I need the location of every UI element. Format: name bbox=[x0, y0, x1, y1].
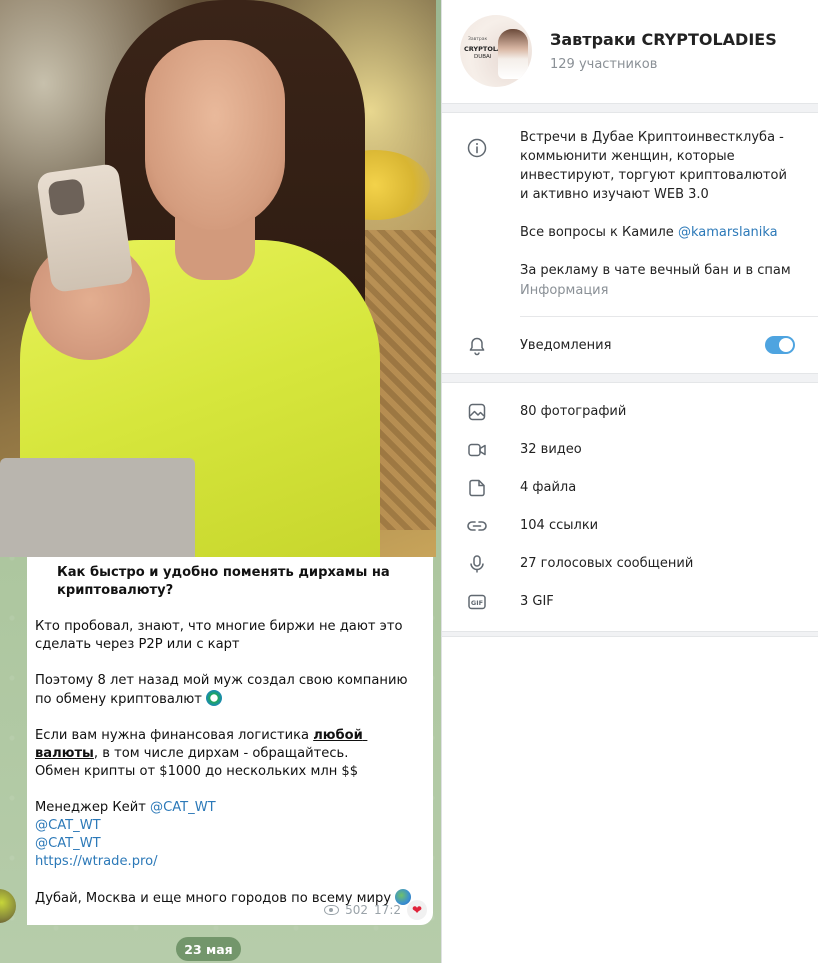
media-label-videos: 32 видео bbox=[520, 442, 582, 457]
message-text: Как быстро и удобно поменять дирхамы на … bbox=[35, 564, 427, 908]
media-row-files[interactable]: 4 файла bbox=[442, 469, 818, 507]
message-photo[interactable] bbox=[0, 0, 436, 557]
message-p3-post: , в том числе дирхам - обращайтесь. bbox=[93, 746, 349, 761]
photo-phone-lens bbox=[47, 178, 86, 217]
views-count: 502 bbox=[345, 903, 369, 917]
message-p3-line2: Обмен крипты от $1000 до нескольких млн … bbox=[35, 764, 359, 779]
mic-icon bbox=[466, 553, 488, 575]
about-caption: Информация bbox=[520, 283, 609, 298]
recycle-emoji-icon bbox=[206, 690, 223, 706]
media-row-voice[interactable]: 27 голосовых сообщений bbox=[442, 545, 818, 583]
group-members-count[interactable]: 129 участников bbox=[550, 57, 657, 72]
media-row-photos[interactable]: 80 фотографий bbox=[442, 393, 818, 431]
avatar-text-3: DUBAI bbox=[474, 54, 492, 60]
about-line-3: За рекламу в чате вечный бан и в спам bbox=[520, 263, 791, 278]
media-row-gif[interactable]: GIF 3 GIF bbox=[442, 583, 818, 621]
contact-link-2[interactable]: @CAT_WT bbox=[35, 817, 427, 835]
avatar-text-1: Завтрак bbox=[468, 37, 488, 42]
message-p2: Поэтому 8 лет назад мой муж создал свою … bbox=[35, 673, 412, 707]
group-title: Завтраки CRYPTOLADIES bbox=[550, 30, 777, 49]
about-line-2: Все вопросы к Камиле bbox=[520, 225, 678, 240]
link-icon bbox=[466, 515, 488, 537]
message-bubble[interactable]: Как быстро и удобно поменять дирхамы на … bbox=[27, 557, 433, 925]
about-line-1: Встречи в Дубае Криптоинвестклуба - комм… bbox=[520, 130, 792, 202]
photo-laptop bbox=[0, 458, 195, 557]
media-label-photos: 80 фотографий bbox=[520, 404, 627, 419]
divider bbox=[520, 316, 818, 317]
media-label-files: 4 файла bbox=[520, 480, 577, 495]
section-separator bbox=[442, 103, 818, 113]
video-icon bbox=[466, 439, 488, 461]
info-icon bbox=[466, 137, 488, 159]
notifications-toggle[interactable] bbox=[765, 336, 795, 354]
section-separator bbox=[442, 631, 818, 637]
website-link[interactable]: https://wtrade.pro/ bbox=[35, 853, 427, 871]
photo-face bbox=[145, 40, 285, 230]
kamila-link[interactable]: @kamarslanika bbox=[678, 225, 778, 240]
manager-link[interactable]: @CAT_WT bbox=[150, 800, 216, 815]
notifications-label: Уведомления bbox=[520, 338, 612, 353]
manager-label: Менеджер Кейт bbox=[35, 800, 150, 815]
bell-icon bbox=[466, 335, 488, 357]
message-meta: 502 17:2 ❤ bbox=[324, 900, 427, 920]
contact-link-3[interactable]: @CAT_WT bbox=[35, 835, 427, 853]
media-row-links[interactable]: 104 ссылки bbox=[442, 507, 818, 545]
message-p3-pre: Если вам нужна финансовая логистика bbox=[35, 728, 314, 743]
media-row-videos[interactable]: 32 видео bbox=[442, 431, 818, 469]
heart-reaction-icon[interactable]: ❤ bbox=[407, 900, 427, 920]
photo-phone bbox=[36, 162, 134, 294]
avatar-figure bbox=[498, 29, 528, 79]
media-label-gif: 3 GIF bbox=[520, 594, 554, 609]
date-chip: 23 мая bbox=[176, 937, 241, 961]
message-p1: Кто пробовал, знают, что многие биржи не… bbox=[35, 619, 407, 652]
photo-icon bbox=[466, 401, 488, 423]
svg-text:GIF: GIF bbox=[471, 599, 483, 607]
group-description: Встречи в Дубае Криптоинвестклуба - комм… bbox=[520, 128, 792, 280]
chat-area: Как быстро и удобно поменять дирхамы на … bbox=[0, 0, 441, 963]
file-icon bbox=[466, 477, 488, 499]
group-avatar[interactable]: Завтрак CRYPTOLADY DUBAI bbox=[460, 15, 532, 87]
views-icon bbox=[324, 905, 340, 915]
media-label-voice: 27 голосовых сообщений bbox=[520, 556, 694, 571]
section-separator bbox=[442, 373, 818, 383]
message-time: 17:2 bbox=[374, 903, 401, 917]
group-info-panel: Завтрак CRYPTOLADY DUBAI Завтраки CRYPTO… bbox=[441, 0, 818, 963]
media-label-links: 104 ссылки bbox=[520, 518, 599, 533]
message-heading: Как быстро и удобно поменять дирхамы на … bbox=[57, 565, 395, 598]
gif-icon: GIF bbox=[466, 591, 488, 613]
